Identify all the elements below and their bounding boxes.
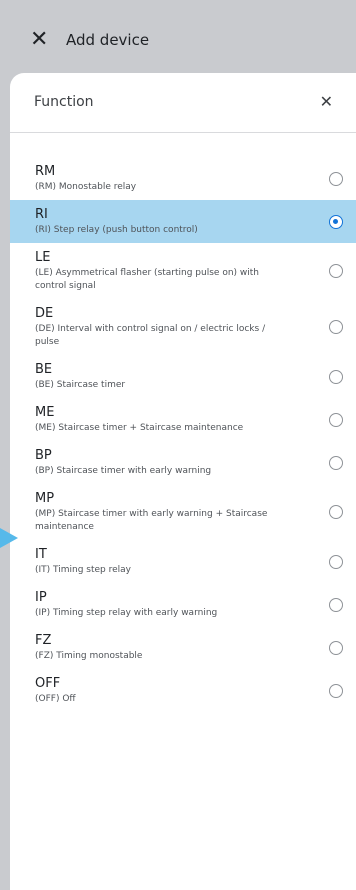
function-option-le[interactable]: LE (LE) Asymmetrical flasher (starting p… <box>10 243 356 299</box>
option-code: MP <box>35 491 55 506</box>
option-code: RM <box>35 164 56 179</box>
option-description: (ME) Staircase timer + Staircase mainten… <box>35 423 244 433</box>
radio-button[interactable] <box>329 683 343 698</box>
option-description: (LE) Asymmetrical flasher (starting puls… <box>35 268 259 291</box>
option-description: (FZ) Timing monostable <box>35 651 143 661</box>
option-code: OFF <box>35 676 61 691</box>
page-title: Add device <box>66 31 150 49</box>
option-code: DE <box>35 306 54 321</box>
sheet-header: Function ✕ <box>10 73 356 131</box>
radio-dot-icon <box>333 218 338 224</box>
function-option-de[interactable]: DE (DE) Interval with control signal on … <box>10 299 356 355</box>
function-option-be[interactable]: BE (BE) Staircase timer <box>10 355 356 398</box>
radio-button-selected[interactable] <box>329 214 343 229</box>
option-code: ME <box>35 405 55 420</box>
function-option-ip[interactable]: IP (IP) Timing step relay with early war… <box>10 583 356 626</box>
radio-button[interactable] <box>329 597 343 612</box>
radio-button[interactable] <box>329 640 343 655</box>
radio-button[interactable] <box>329 369 343 384</box>
option-description: (IT) Timing step relay <box>35 565 132 575</box>
function-option-off[interactable]: OFF (OFF) Off <box>10 669 356 712</box>
option-code: BP <box>35 448 52 463</box>
function-option-me[interactable]: ME (ME) Staircase timer + Staircase main… <box>10 398 356 441</box>
option-code: RI <box>35 207 48 222</box>
function-option-ri[interactable]: RI (RI) Step relay (push button control) <box>10 200 356 243</box>
radio-button[interactable] <box>329 554 343 569</box>
radio-button[interactable] <box>329 505 343 519</box>
option-description: (RI) Step relay (push button control) <box>35 225 198 235</box>
function-option-it[interactable]: IT (IT) Timing step relay <box>10 540 356 583</box>
option-description: (BP) Staircase timer with early warning <box>35 466 212 476</box>
option-description: (DE) Interval with control signal on / e… <box>35 324 266 347</box>
option-code: LE <box>35 250 51 265</box>
radio-button[interactable] <box>329 320 343 334</box>
radio-button[interactable] <box>329 455 343 470</box>
divider <box>10 132 356 133</box>
option-code: FZ <box>35 633 52 648</box>
option-code: IP <box>35 590 47 605</box>
option-description: (MP) Staircase timer with early warning … <box>35 509 268 532</box>
screen: ✕ Add device Function ✕ RM (RM) Monostab… <box>0 0 356 890</box>
function-sheet: Function ✕ RM (RM) Monostable relay RI (… <box>10 73 356 890</box>
option-description: (IP) Timing step relay with early warnin… <box>35 608 218 618</box>
radio-button[interactable] <box>329 412 343 427</box>
option-description: (BE) Staircase timer <box>35 380 126 390</box>
sheet-title: Function <box>34 94 94 110</box>
radio-button[interactable] <box>329 171 343 186</box>
close-icon[interactable]: ✕ <box>30 29 50 51</box>
function-options-list: RM (RM) Monostable relay RI (RI) Step re… <box>10 157 356 712</box>
option-description: (OFF) Off <box>35 694 76 704</box>
function-option-mp[interactable]: MP (MP) Staircase timer with early warni… <box>10 484 356 540</box>
option-code: IT <box>35 547 47 562</box>
pointer-arrow-icon <box>0 528 18 548</box>
option-description: (RM) Monostable relay <box>35 182 137 192</box>
option-code: BE <box>35 362 53 377</box>
radio-button[interactable] <box>329 264 343 278</box>
function-option-bp[interactable]: BP (BP) Staircase timer with early warni… <box>10 441 356 484</box>
function-option-rm[interactable]: RM (RM) Monostable relay <box>10 157 356 200</box>
close-icon[interactable]: ✕ <box>320 92 333 111</box>
function-option-fz[interactable]: FZ (FZ) Timing monostable <box>10 626 356 669</box>
